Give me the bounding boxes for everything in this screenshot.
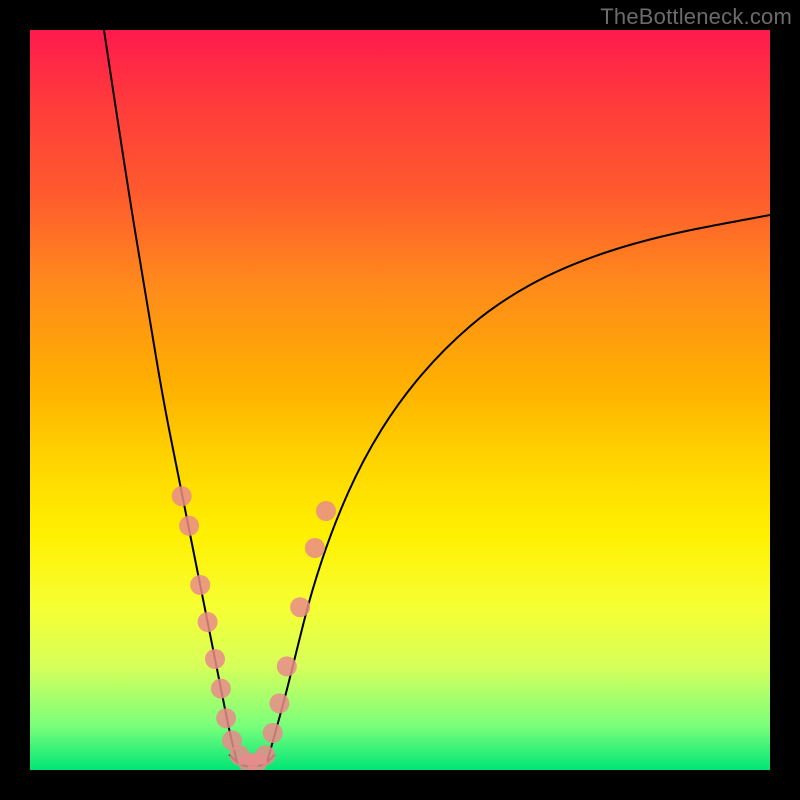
highlight-dot (198, 612, 218, 632)
highlight-dot (179, 516, 199, 536)
chart-svg (30, 30, 770, 770)
highlight-dot (269, 693, 289, 713)
curve-layer (104, 30, 770, 766)
highlight-dot (305, 538, 325, 558)
watermark-text: TheBottleneck.com (600, 4, 792, 30)
highlight-dot (172, 486, 192, 506)
series-right-curve (267, 215, 770, 763)
highlight-dot (205, 649, 225, 669)
highlight-dot (277, 656, 297, 676)
highlight-dot (255, 745, 275, 765)
highlight-dot (263, 723, 283, 743)
highlight-dot (211, 679, 231, 699)
highlight-dot (316, 501, 336, 521)
plot-area (30, 30, 770, 770)
chart-frame: TheBottleneck.com (0, 0, 800, 800)
highlight-dot (216, 708, 236, 728)
highlight-dot (290, 597, 310, 617)
dots-layer (172, 486, 336, 770)
highlight-dot (190, 575, 210, 595)
